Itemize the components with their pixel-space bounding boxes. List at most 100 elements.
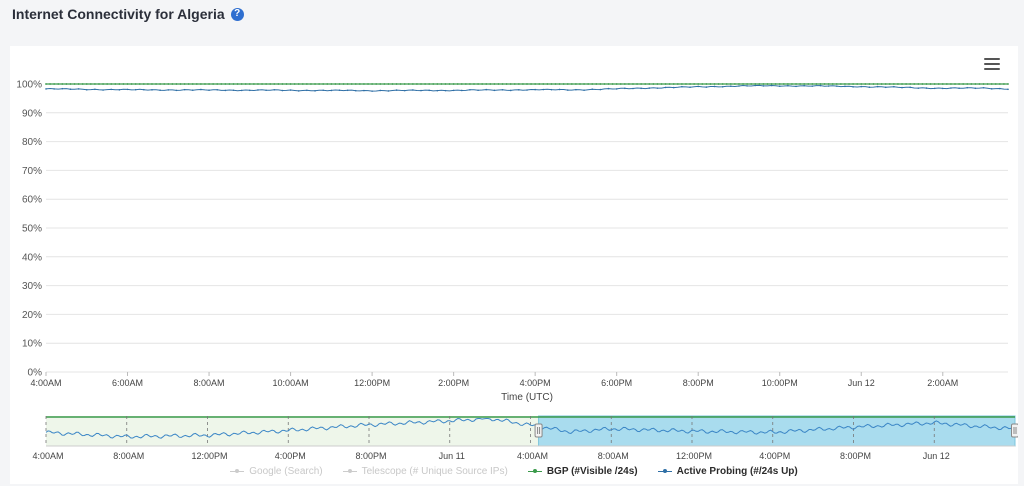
series-bgp-point (191, 83, 194, 85)
y-tick-label: 10% (22, 339, 42, 350)
series-active-probing-point (501, 88, 504, 91)
series-active-probing-point (200, 88, 202, 91)
legend-swatch-icon (342, 468, 357, 476)
series-bgp-point (440, 83, 443, 85)
series-bgp-point (607, 83, 610, 85)
x-tick-label: 2:00PM (438, 378, 469, 388)
series-active-probing-point (240, 89, 243, 92)
series-bgp-point (738, 83, 740, 85)
navigator-tick-label: 8:00AM (113, 451, 144, 461)
series-bgp-point (403, 83, 406, 85)
navigator-left-handle[interactable] (534, 423, 543, 438)
hamburger-menu-icon[interactable] (984, 58, 1000, 72)
series-bgp-point (273, 83, 276, 85)
series-bgp-point (811, 83, 814, 85)
series-bgp-point (244, 83, 247, 85)
series-bgp-point (240, 83, 243, 85)
series-bgp-point (248, 83, 251, 85)
series-active-probing-point (607, 87, 610, 90)
series-bgp-point (318, 83, 321, 85)
series-active-probing-point (860, 85, 863, 88)
series-active-probing-point (61, 87, 64, 90)
series-bgp-point (342, 83, 345, 85)
series-active-probing-point (159, 89, 161, 92)
series-bgp-point (61, 83, 64, 85)
series-active-probing-point (746, 85, 748, 87)
series-bgp-point (420, 83, 422, 85)
series-active-probing-point (803, 84, 805, 87)
series-active-probing-point (281, 89, 284, 92)
navigator-right-handle[interactable] (1011, 423, 1019, 438)
series-active-probing-point (705, 86, 708, 88)
series-bgp-point (623, 83, 626, 85)
series-active-probing-point (45, 88, 47, 90)
series-bgp-point (807, 83, 810, 85)
series-active-probing-point (811, 85, 814, 87)
series-bgp-point (65, 83, 68, 85)
legend-item[interactable]: Telescope (# Unique Source IPs) (342, 466, 508, 477)
series-bgp-point (216, 83, 219, 85)
series-bgp-point (660, 83, 663, 85)
series-bgp-point (831, 83, 834, 85)
series-bgp-point (350, 83, 353, 85)
series-active-probing-point (999, 87, 1001, 90)
series-bgp-point (102, 83, 104, 85)
series-bgp-point (179, 83, 182, 85)
series-bgp-point (130, 83, 133, 85)
series-bgp-point (958, 83, 960, 85)
legend-label: BGP (#Visible /24s) (546, 466, 638, 477)
series-bgp-point (497, 83, 500, 85)
series-active-probing-point (191, 89, 194, 91)
series-active-probing-point (371, 90, 373, 92)
series-bgp-point (974, 83, 977, 85)
series-active-probing-point (134, 88, 137, 91)
series-bgp-point (689, 83, 691, 85)
series-bgp-point (257, 83, 259, 85)
series-bgp-point (456, 83, 459, 85)
series-bgp-point (962, 83, 965, 85)
series-active-probing-point (599, 88, 602, 91)
series-active-probing-point (558, 88, 561, 91)
series-active-probing-point (518, 89, 520, 91)
series-bgp-point (391, 83, 394, 85)
series-active-probing-point (289, 89, 292, 91)
series-bgp-point (277, 83, 280, 85)
series-bgp-point (509, 83, 512, 85)
series-bgp-point (864, 83, 867, 85)
legend-item[interactable]: BGP (#Visible /24s) (527, 466, 638, 477)
series-bgp-point (538, 83, 541, 85)
series-active-probing-point (583, 89, 585, 91)
series-bgp-point (652, 83, 655, 85)
series-active-probing-point (110, 88, 113, 91)
series-bgp-point (676, 83, 679, 85)
series-active-probing-point (632, 87, 634, 90)
legend-swatch-icon (230, 468, 245, 476)
y-tick-label: 80% (22, 137, 42, 148)
series-bgp-point (917, 83, 920, 85)
series-bgp-point (354, 83, 357, 85)
series-bgp-point (346, 83, 349, 85)
series-bgp-point (69, 83, 72, 85)
series-bgp-point (481, 83, 484, 85)
legend-item[interactable]: Active Probing (#/24s Up) (657, 466, 798, 477)
series-bgp-point (632, 83, 634, 85)
navigator-tick-label: 12:00PM (191, 451, 227, 461)
question-circle-icon[interactable]: ? (230, 7, 244, 21)
series-bgp-point (289, 83, 292, 85)
series-active-probing-point (958, 87, 960, 90)
series-bgp-point (937, 83, 940, 85)
legend-item[interactable]: Google (Search) (230, 466, 323, 477)
chart-panel: 0% 10% 20% 30% 40% 50% 60% 70% 80% 90% 100% 4:00AM 6… (10, 46, 1018, 484)
handle-body (1011, 423, 1018, 438)
series-bgp-point (668, 83, 671, 85)
series-bgp-point (892, 83, 895, 85)
series-active-probing-point (526, 89, 528, 91)
series-bgp-point (868, 83, 871, 85)
series-bgp-point (534, 83, 537, 85)
series-bgp-point (786, 83, 789, 85)
series-bgp-point (648, 83, 651, 85)
series-bgp-point (733, 83, 736, 85)
series-bgp-point (232, 83, 235, 85)
series-bgp-point (464, 83, 467, 85)
series-active-probing-point (257, 89, 259, 91)
